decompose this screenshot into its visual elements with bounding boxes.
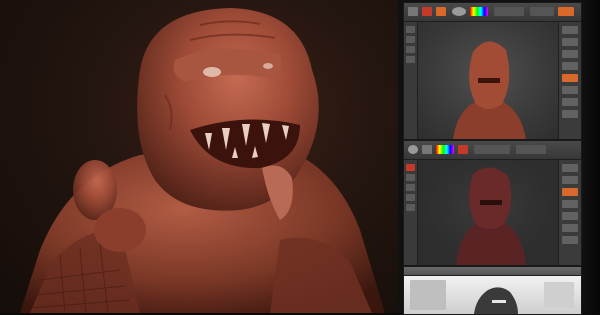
tool-button[interactable] bbox=[562, 98, 578, 106]
editor-window-3 bbox=[403, 266, 582, 315]
editor-window-2 bbox=[403, 140, 582, 266]
sphere-icon[interactable] bbox=[408, 145, 418, 154]
tool-button[interactable] bbox=[562, 188, 578, 196]
tool-button[interactable] bbox=[562, 38, 578, 46]
toolbar-toggle[interactable] bbox=[558, 7, 574, 16]
screenshot-composite bbox=[0, 0, 600, 315]
tool-button[interactable] bbox=[562, 200, 578, 208]
color-picker-icon[interactable] bbox=[470, 7, 488, 16]
editor-window-1 bbox=[403, 2, 582, 140]
main-render-view bbox=[0, 0, 398, 313]
creature-eye-left bbox=[203, 67, 221, 77]
editor-window-stack bbox=[398, 0, 600, 315]
viewport-2[interactable] bbox=[418, 160, 558, 265]
tool-button[interactable] bbox=[562, 86, 578, 94]
tool-button[interactable] bbox=[562, 236, 578, 244]
tool-button[interactable] bbox=[562, 50, 578, 58]
editor-toolbar-1 bbox=[404, 3, 581, 22]
viewport-1[interactable] bbox=[418, 22, 558, 139]
tool-button[interactable] bbox=[562, 164, 578, 172]
brush-icon[interactable] bbox=[408, 7, 418, 16]
color-swatch-icon[interactable] bbox=[436, 7, 446, 16]
tool-button[interactable] bbox=[406, 26, 415, 33]
tool-button[interactable] bbox=[562, 74, 578, 82]
tool-button[interactable] bbox=[406, 194, 415, 201]
tool-button[interactable] bbox=[406, 184, 415, 191]
right-tool-shelf bbox=[558, 22, 581, 139]
tool-button[interactable] bbox=[562, 62, 578, 70]
color-picker-icon[interactable] bbox=[436, 145, 454, 154]
tool-button[interactable] bbox=[406, 174, 415, 181]
left-tool-shelf bbox=[404, 22, 418, 139]
left-tool-shelf bbox=[404, 160, 418, 265]
toolbar-slider[interactable] bbox=[494, 7, 524, 16]
tool-button[interactable] bbox=[562, 212, 578, 220]
creature-sculpt-render bbox=[20, 8, 385, 313]
neck-tube-2 bbox=[94, 208, 146, 252]
material-swatch-icon[interactable] bbox=[458, 145, 468, 154]
model-preview-2 bbox=[456, 167, 526, 265]
tool-button[interactable] bbox=[562, 224, 578, 232]
tool-button[interactable] bbox=[406, 46, 415, 53]
editor-toolbar-2 bbox=[404, 141, 581, 160]
right-tool-shelf bbox=[558, 160, 581, 265]
toolbar-slider[interactable] bbox=[530, 7, 554, 16]
material-swatch-icon[interactable] bbox=[422, 7, 432, 16]
tool-button[interactable] bbox=[562, 110, 578, 118]
tool-button[interactable] bbox=[406, 164, 415, 171]
toolbar-slider[interactable] bbox=[474, 145, 510, 154]
tool-button[interactable] bbox=[406, 204, 415, 211]
creature-eye-right bbox=[263, 63, 273, 69]
grunge-frame-edge bbox=[582, 0, 600, 313]
brush-icon[interactable] bbox=[422, 145, 432, 154]
tool-button[interactable] bbox=[406, 56, 415, 63]
tool-button[interactable] bbox=[562, 26, 578, 34]
toolbar-slider[interactable] bbox=[516, 145, 546, 154]
tool-button[interactable] bbox=[562, 176, 578, 184]
tool-button[interactable] bbox=[406, 36, 415, 43]
model-preview-3 bbox=[410, 280, 574, 314]
sphere-icon[interactable] bbox=[452, 7, 466, 16]
viewport-3[interactable] bbox=[404, 276, 581, 314]
model-preview-1 bbox=[453, 41, 526, 139]
editor-toolbar-3 bbox=[404, 267, 581, 276]
